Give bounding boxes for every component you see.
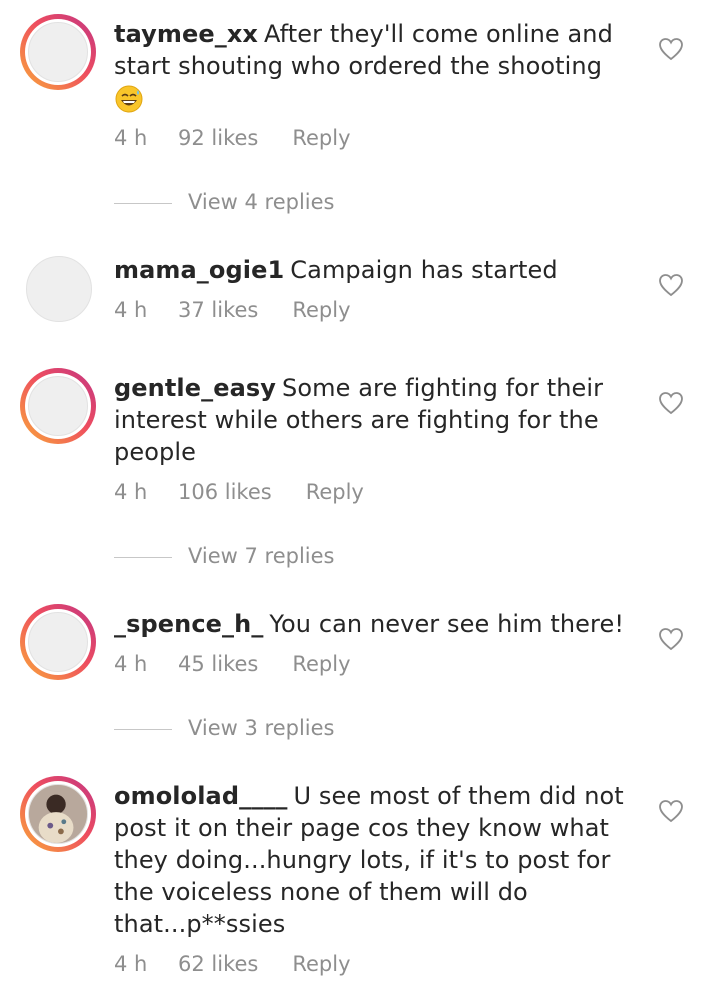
view-replies-button[interactable]: View 4 replies [114, 190, 335, 214]
avatar[interactable] [20, 14, 96, 90]
heart-outline-icon[interactable] [658, 391, 684, 415]
comment-body: Campaign has started [290, 256, 558, 284]
reply-button[interactable]: Reply [292, 952, 350, 976]
comment-text: omololad____ U see most of them did not p… [114, 780, 634, 940]
divider [114, 728, 172, 730]
likes-count[interactable]: 45 likes [178, 652, 258, 676]
comment-time: 4 h [114, 952, 148, 976]
comment-meta: 4 h 62 likes Reply [114, 952, 351, 976]
view-replies-label: View 4 replies [188, 190, 335, 214]
comment-time: 4 h [114, 298, 148, 322]
comment-text: _spence_h_ You can never see him there! [114, 608, 634, 640]
view-replies-button[interactable]: View 3 replies [114, 716, 335, 740]
reply-button[interactable]: Reply [292, 126, 350, 150]
heart-outline-icon[interactable] [658, 37, 684, 61]
comment-username[interactable]: _spence_h_ [114, 610, 263, 638]
comment-meta: 4 h 45 likes Reply [114, 652, 351, 676]
comment-time: 4 h [114, 126, 148, 150]
grinning-sweat-emoji [115, 85, 143, 113]
reply-button[interactable]: Reply [306, 480, 364, 504]
comment-text: gentle_easy Some are fighting for their i… [114, 372, 634, 468]
heart-outline-icon[interactable] [658, 627, 684, 651]
avatar[interactable] [26, 256, 92, 322]
avatar[interactable] [20, 604, 96, 680]
reply-button[interactable]: Reply [292, 298, 350, 322]
reply-button[interactable]: Reply [292, 652, 350, 676]
view-replies-button[interactable]: View 7 replies [114, 544, 335, 568]
comment-meta: 4 h 106 likes Reply [114, 480, 364, 504]
comment-time: 4 h [114, 652, 148, 676]
comment-text: taymee_xx After they'll come online and s… [114, 18, 634, 114]
heart-outline-icon[interactable] [658, 799, 684, 823]
comment-username[interactable]: taymee_xx [114, 20, 258, 48]
divider [114, 202, 172, 204]
likes-count[interactable]: 106 likes [178, 480, 272, 504]
likes-count[interactable]: 62 likes [178, 952, 258, 976]
comment-meta: 4 h 92 likes Reply [114, 126, 351, 150]
avatar[interactable] [20, 368, 96, 444]
comment-body: You can never see him there! [269, 610, 625, 638]
heart-outline-icon[interactable] [658, 273, 684, 297]
divider [114, 556, 172, 558]
likes-count[interactable]: 92 likes [178, 126, 258, 150]
likes-count[interactable]: 37 likes [178, 298, 258, 322]
comment-meta: 4 h 37 likes Reply [114, 298, 351, 322]
view-replies-label: View 3 replies [188, 716, 335, 740]
comment-username[interactable]: gentle_easy [114, 374, 276, 402]
comment-text: mama_ogie1 Campaign has started [114, 254, 634, 286]
comment-username[interactable]: mama_ogie1 [114, 256, 284, 284]
view-replies-label: View 7 replies [188, 544, 335, 568]
avatar[interactable] [20, 776, 96, 852]
profile-photo [29, 785, 87, 843]
comment-username[interactable]: omololad____ [114, 782, 288, 810]
comment-time: 4 h [114, 480, 148, 504]
